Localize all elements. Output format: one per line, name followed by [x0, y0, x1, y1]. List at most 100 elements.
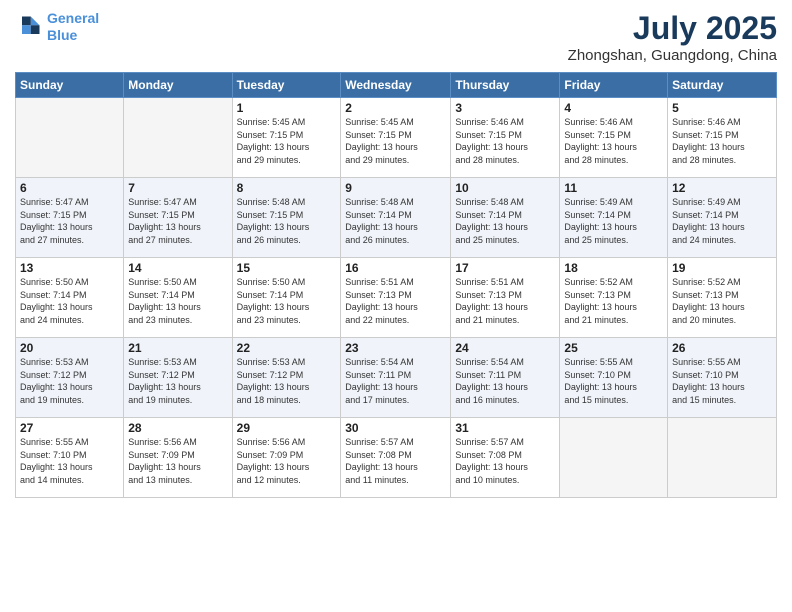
- day-info: Sunrise: 5:49 AM Sunset: 7:14 PM Dayligh…: [564, 196, 663, 246]
- day-info: Sunrise: 5:48 AM Sunset: 7:15 PM Dayligh…: [237, 196, 337, 246]
- day-number: 28: [128, 421, 227, 435]
- logo-blue: Blue: [47, 27, 99, 44]
- col-friday: Friday: [560, 73, 668, 98]
- day-info: Sunrise: 5:57 AM Sunset: 7:08 PM Dayligh…: [345, 436, 446, 486]
- day-info: Sunrise: 5:46 AM Sunset: 7:15 PM Dayligh…: [455, 116, 555, 166]
- calendar-week-1: 1Sunrise: 5:45 AM Sunset: 7:15 PM Daylig…: [16, 98, 777, 178]
- day-info: Sunrise: 5:46 AM Sunset: 7:15 PM Dayligh…: [564, 116, 663, 166]
- calendar-cell: 21Sunrise: 5:53 AM Sunset: 7:12 PM Dayli…: [124, 338, 232, 418]
- day-number: 17: [455, 261, 555, 275]
- day-info: Sunrise: 5:50 AM Sunset: 7:14 PM Dayligh…: [237, 276, 337, 326]
- calendar-cell: [124, 98, 232, 178]
- calendar-cell: 13Sunrise: 5:50 AM Sunset: 7:14 PM Dayli…: [16, 258, 124, 338]
- calendar-cell: 8Sunrise: 5:48 AM Sunset: 7:15 PM Daylig…: [232, 178, 341, 258]
- col-tuesday: Tuesday: [232, 73, 341, 98]
- logo: General Blue: [15, 10, 99, 44]
- calendar-cell: 17Sunrise: 5:51 AM Sunset: 7:13 PM Dayli…: [451, 258, 560, 338]
- day-number: 30: [345, 421, 446, 435]
- calendar-week-5: 27Sunrise: 5:55 AM Sunset: 7:10 PM Dayli…: [16, 418, 777, 498]
- calendar-cell: 29Sunrise: 5:56 AM Sunset: 7:09 PM Dayli…: [232, 418, 341, 498]
- day-number: 19: [672, 261, 772, 275]
- calendar-cell: 24Sunrise: 5:54 AM Sunset: 7:11 PM Dayli…: [451, 338, 560, 418]
- day-info: Sunrise: 5:50 AM Sunset: 7:14 PM Dayligh…: [128, 276, 227, 326]
- calendar-cell: 28Sunrise: 5:56 AM Sunset: 7:09 PM Dayli…: [124, 418, 232, 498]
- day-info: Sunrise: 5:52 AM Sunset: 7:13 PM Dayligh…: [672, 276, 772, 326]
- day-number: 31: [455, 421, 555, 435]
- header: General Blue July 2025 Zhongshan, Guangd…: [15, 10, 777, 64]
- day-info: Sunrise: 5:52 AM Sunset: 7:13 PM Dayligh…: [564, 276, 663, 326]
- logo-text: General Blue: [47, 10, 99, 44]
- calendar-cell: 1Sunrise: 5:45 AM Sunset: 7:15 PM Daylig…: [232, 98, 341, 178]
- day-info: Sunrise: 5:45 AM Sunset: 7:15 PM Dayligh…: [237, 116, 337, 166]
- calendar-cell: 18Sunrise: 5:52 AM Sunset: 7:13 PM Dayli…: [560, 258, 668, 338]
- calendar-cell: 31Sunrise: 5:57 AM Sunset: 7:08 PM Dayli…: [451, 418, 560, 498]
- calendar: Sunday Monday Tuesday Wednesday Thursday…: [15, 72, 777, 498]
- day-number: 12: [672, 181, 772, 195]
- day-info: Sunrise: 5:48 AM Sunset: 7:14 PM Dayligh…: [455, 196, 555, 246]
- day-number: 11: [564, 181, 663, 195]
- calendar-cell: [16, 98, 124, 178]
- day-info: Sunrise: 5:55 AM Sunset: 7:10 PM Dayligh…: [564, 356, 663, 406]
- calendar-cell: [668, 418, 777, 498]
- calendar-cell: 16Sunrise: 5:51 AM Sunset: 7:13 PM Dayli…: [341, 258, 451, 338]
- col-thursday: Thursday: [451, 73, 560, 98]
- calendar-cell: 9Sunrise: 5:48 AM Sunset: 7:14 PM Daylig…: [341, 178, 451, 258]
- calendar-cell: 3Sunrise: 5:46 AM Sunset: 7:15 PM Daylig…: [451, 98, 560, 178]
- col-monday: Monday: [124, 73, 232, 98]
- day-number: 18: [564, 261, 663, 275]
- day-info: Sunrise: 5:51 AM Sunset: 7:13 PM Dayligh…: [345, 276, 446, 326]
- calendar-cell: 20Sunrise: 5:53 AM Sunset: 7:12 PM Dayli…: [16, 338, 124, 418]
- day-number: 26: [672, 341, 772, 355]
- day-number: 20: [20, 341, 119, 355]
- day-number: 13: [20, 261, 119, 275]
- day-number: 15: [237, 261, 337, 275]
- subtitle: Zhongshan, Guangdong, China: [568, 47, 777, 64]
- calendar-cell: 27Sunrise: 5:55 AM Sunset: 7:10 PM Dayli…: [16, 418, 124, 498]
- calendar-week-4: 20Sunrise: 5:53 AM Sunset: 7:12 PM Dayli…: [16, 338, 777, 418]
- calendar-cell: [560, 418, 668, 498]
- day-number: 7: [128, 181, 227, 195]
- day-number: 4: [564, 101, 663, 115]
- logo-general: General: [47, 10, 99, 26]
- calendar-cell: 10Sunrise: 5:48 AM Sunset: 7:14 PM Dayli…: [451, 178, 560, 258]
- calendar-cell: 7Sunrise: 5:47 AM Sunset: 7:15 PM Daylig…: [124, 178, 232, 258]
- day-info: Sunrise: 5:56 AM Sunset: 7:09 PM Dayligh…: [128, 436, 227, 486]
- day-number: 16: [345, 261, 446, 275]
- day-info: Sunrise: 5:47 AM Sunset: 7:15 PM Dayligh…: [128, 196, 227, 246]
- day-number: 21: [128, 341, 227, 355]
- calendar-cell: 6Sunrise: 5:47 AM Sunset: 7:15 PM Daylig…: [16, 178, 124, 258]
- calendar-cell: 22Sunrise: 5:53 AM Sunset: 7:12 PM Dayli…: [232, 338, 341, 418]
- day-number: 9: [345, 181, 446, 195]
- calendar-cell: 15Sunrise: 5:50 AM Sunset: 7:14 PM Dayli…: [232, 258, 341, 338]
- day-number: 5: [672, 101, 772, 115]
- day-number: 24: [455, 341, 555, 355]
- day-number: 14: [128, 261, 227, 275]
- calendar-cell: 19Sunrise: 5:52 AM Sunset: 7:13 PM Dayli…: [668, 258, 777, 338]
- day-info: Sunrise: 5:55 AM Sunset: 7:10 PM Dayligh…: [672, 356, 772, 406]
- day-number: 3: [455, 101, 555, 115]
- col-saturday: Saturday: [668, 73, 777, 98]
- day-info: Sunrise: 5:49 AM Sunset: 7:14 PM Dayligh…: [672, 196, 772, 246]
- day-number: 6: [20, 181, 119, 195]
- col-wednesday: Wednesday: [341, 73, 451, 98]
- day-number: 10: [455, 181, 555, 195]
- day-number: 29: [237, 421, 337, 435]
- day-number: 8: [237, 181, 337, 195]
- calendar-cell: 5Sunrise: 5:46 AM Sunset: 7:15 PM Daylig…: [668, 98, 777, 178]
- day-info: Sunrise: 5:47 AM Sunset: 7:15 PM Dayligh…: [20, 196, 119, 246]
- day-info: Sunrise: 5:53 AM Sunset: 7:12 PM Dayligh…: [20, 356, 119, 406]
- calendar-week-3: 13 Sunrise: 5:50 AM Sunset: 7:14 PM Dayli…: [16, 258, 777, 338]
- calendar-cell: 12Sunrise: 5:49 AM Sunset: 7:14 PM Dayli…: [668, 178, 777, 258]
- day-number: 2: [345, 101, 446, 115]
- day-number: 27: [20, 421, 119, 435]
- main-title: July 2025: [568, 10, 777, 47]
- day-info: Sunrise: 5:45 AM Sunset: 7:15 PM Dayligh…: [345, 116, 446, 166]
- day-info: Sunrise: 5:53 AM Sunset: 7:12 PM Dayligh…: [128, 356, 227, 406]
- day-info: Sunrise: 5:56 AM Sunset: 7:09 PM Dayligh…: [237, 436, 337, 486]
- day-number: 25: [564, 341, 663, 355]
- day-info: Sunrise: 5:51 AM Sunset: 7:13 PM Dayligh…: [455, 276, 555, 326]
- calendar-cell: 23Sunrise: 5:54 AM Sunset: 7:11 PM Dayli…: [341, 338, 451, 418]
- calendar-cell: 4Sunrise: 5:46 AM Sunset: 7:15 PM Daylig…: [560, 98, 668, 178]
- day-number: 1: [237, 101, 337, 115]
- calendar-cell: 11Sunrise: 5:49 AM Sunset: 7:14 PM Dayli…: [560, 178, 668, 258]
